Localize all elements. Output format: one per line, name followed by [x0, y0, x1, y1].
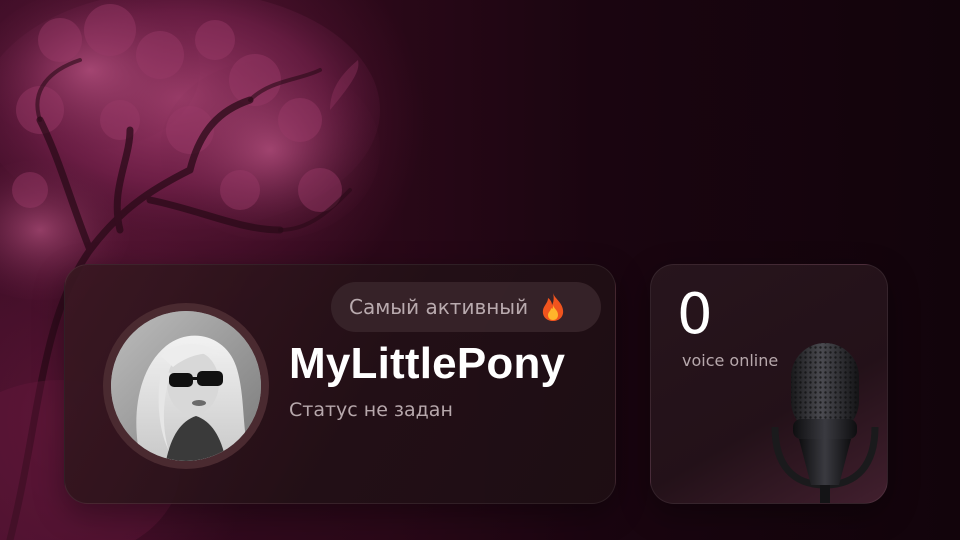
profile-card: Самый активный MyLittlePony Статус не за…	[64, 264, 616, 504]
voice-online-card: 0 voice online	[650, 264, 888, 504]
avatar-ring	[103, 303, 269, 469]
username: MyLittlePony	[289, 339, 566, 388]
avatar[interactable]	[111, 311, 261, 461]
microphone-icon	[771, 343, 879, 503]
fire-icon	[542, 293, 564, 321]
voice-online-count: 0	[677, 282, 713, 347]
avatar-image	[111, 311, 261, 461]
most-active-badge: Самый активный	[331, 282, 601, 332]
badge-label: Самый активный	[349, 295, 529, 319]
status-text: Статус не задан	[289, 399, 453, 421]
